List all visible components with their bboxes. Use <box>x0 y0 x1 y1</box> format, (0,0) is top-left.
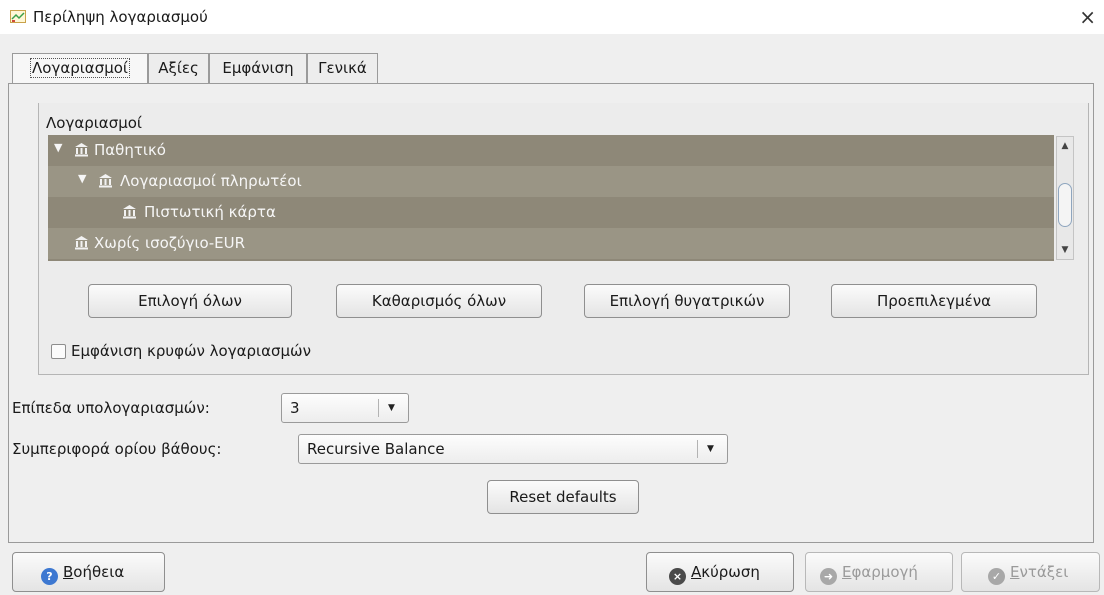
select-all-button[interactable]: Επιλογή όλων <box>88 284 292 318</box>
tree-row-label: Παθητικό <box>94 141 166 159</box>
sublevels-value: 3 <box>290 399 300 417</box>
apply-button[interactable]: ➜ Εφαρμογή <box>805 552 953 592</box>
tab-values-label: Αξίες <box>158 59 199 77</box>
reset-defaults-button[interactable]: Reset defaults <box>487 480 639 514</box>
ok-icon: ✓ <box>988 568 1005 585</box>
show-hidden-label[interactable]: Εμφάνιση κρυφών λογαριασμών <box>71 342 311 360</box>
help-button[interactable]: ? Βοήθεια <box>12 552 165 592</box>
sublevels-label: Επίπεδα υπολογαριασμών: <box>12 399 210 417</box>
combo-separator <box>378 399 379 417</box>
cancel-mnemonic: Α <box>691 563 702 581</box>
chevron-down-icon: ▼ <box>707 444 714 454</box>
tree-row-liabilities[interactable]: ▼ Παθητικό <box>48 135 1054 166</box>
tab-values[interactable]: Αξίες <box>148 53 209 83</box>
bank-icon <box>75 236 88 250</box>
cancel-icon: × <box>669 568 686 585</box>
sublevels-select[interactable]: 3 ▼ <box>281 393 409 423</box>
help-mnemonic: Β <box>63 563 74 581</box>
show-hidden-checkbox[interactable] <box>51 344 66 359</box>
app-icon <box>10 10 26 23</box>
close-icon[interactable]: × <box>1079 5 1096 29</box>
tree-row-label: Χωρίς ισοζύγιο-EUR <box>94 234 246 252</box>
clear-all-button[interactable]: Καθαρισμός όλων <box>336 284 542 318</box>
scroll-up-icon[interactable]: ▲ <box>1057 139 1073 153</box>
tree-row-label: Λογαριασμοί πληρωτέοι <box>120 172 302 190</box>
defaults-button[interactable]: Προεπιλεγμένα <box>831 284 1037 318</box>
title-bar: Περίληψη λογαριασμού × <box>0 0 1104 34</box>
accounts-group-legend: Λογαριασμοί <box>45 114 143 132</box>
apply-icon: ➜ <box>820 568 837 585</box>
tab-general[interactable]: Γενικά <box>307 53 378 83</box>
tab-accounts[interactable]: Λογαριασμοί <box>12 53 148 84</box>
select-children-button[interactable]: Επιλογή θυγατρικών <box>584 284 790 318</box>
depth-behavior-value: Recursive Balance <box>307 440 445 458</box>
tree-row-no-balance[interactable]: Χωρίς ισοζύγιο-EUR <box>48 228 1054 259</box>
help-label: οήθεια <box>73 563 125 581</box>
scroll-thumb[interactable] <box>1058 183 1072 227</box>
accounts-tree[interactable]: ▼ Παθητικό ▼ Λογαριασμοί πληρωτέοι Πιστω… <box>48 135 1054 261</box>
tab-display[interactable]: Εμφάνιση <box>209 53 307 83</box>
cancel-label: κύρωση <box>701 563 760 581</box>
tab-general-label: Γενικά <box>318 59 367 77</box>
tree-scrollbar[interactable]: ▲ ▼ <box>1056 136 1074 260</box>
tree-row-accounts-payable[interactable]: ▼ Λογαριασμοί πληρωτέοι <box>48 166 1054 197</box>
tree-row-credit-card[interactable]: Πιστωτική κάρτα <box>48 197 1054 228</box>
expander-down-icon[interactable]: ▼ <box>54 141 62 154</box>
tab-display-label: Εμφάνιση <box>222 59 294 77</box>
apply-label: φαρμογή <box>851 563 918 581</box>
ok-label: ντάξει <box>1019 563 1069 581</box>
cancel-button[interactable]: × Ακύρωση <box>646 552 794 592</box>
ok-button[interactable]: ✓ Εντάξει <box>961 552 1100 592</box>
depth-behavior-select[interactable]: Recursive Balance ▼ <box>298 434 728 464</box>
bank-icon <box>75 143 88 157</box>
depth-behavior-label: Συμπεριφορά ορίου βάθους: <box>12 440 222 458</box>
tab-accounts-label: Λογαριασμοί <box>30 58 130 78</box>
bank-icon <box>99 174 112 188</box>
expander-down-icon[interactable]: ▼ <box>78 172 86 185</box>
bank-icon <box>123 205 136 219</box>
tree-row-label: Πιστωτική κάρτα <box>144 203 276 221</box>
scroll-down-icon[interactable]: ▼ <box>1057 243 1073 257</box>
chevron-down-icon: ▼ <box>388 403 395 413</box>
combo-separator <box>697 440 698 458</box>
window-title: Περίληψη λογαριασμού <box>33 8 208 26</box>
help-icon: ? <box>41 568 58 585</box>
